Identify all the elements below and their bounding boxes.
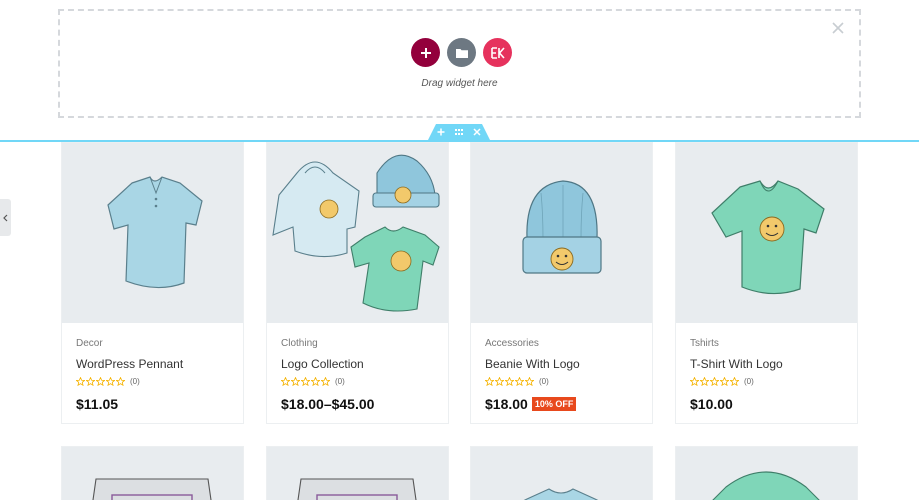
product-image[interactable] (267, 143, 448, 323)
close-icon[interactable] (473, 128, 481, 136)
rating-count: (0) (335, 377, 345, 386)
dropzone-buttons (411, 38, 512, 67)
product-price: $18.00 10% OFF (485, 396, 577, 412)
plus-icon[interactable] (437, 128, 445, 136)
sale-badge: 10% OFF (531, 397, 577, 411)
star-icon (96, 377, 105, 386)
product-name[interactable]: Beanie With Logo (485, 357, 580, 371)
dropzone-text: Drag widget here (421, 78, 498, 89)
price-amount: $11.05 (76, 396, 119, 412)
product-price: $11.05 (76, 396, 118, 412)
product-image[interactable] (62, 143, 243, 323)
star-icon (281, 377, 290, 386)
star-icon (291, 377, 300, 386)
product-image[interactable] (676, 143, 857, 323)
chevron-left-icon (3, 214, 8, 221)
star-icon (525, 377, 534, 386)
product-category[interactable]: Accessories (485, 338, 539, 349)
product-card[interactable] (61, 446, 244, 500)
product-price: $10.00 (690, 396, 733, 412)
star-icon (505, 377, 514, 386)
folder-icon (455, 48, 468, 58)
product-category[interactable]: Clothing (281, 338, 318, 349)
drag-handle-icon[interactable] (455, 128, 463, 136)
product-category[interactable]: Tshirts (690, 338, 719, 349)
star-rating: (0) (485, 377, 549, 386)
t-shirt-image (711, 180, 825, 295)
product-card[interactable]: Tshirts T-Shirt With Logo (0) $10.00 (675, 142, 858, 424)
star-icon (301, 377, 310, 386)
rating-count: (0) (130, 377, 140, 386)
product-card[interactable] (470, 446, 653, 500)
section-handle[interactable] (428, 124, 490, 140)
star-icon (710, 377, 719, 386)
product-name[interactable]: Logo Collection (281, 357, 364, 371)
product-card[interactable]: Clothing Logo Collection (0) $18.00–$45.… (266, 142, 449, 424)
product-name[interactable]: WordPress Pennant (76, 357, 183, 371)
panel-toggle-button[interactable] (0, 199, 11, 236)
add-template-button[interactable] (447, 38, 476, 67)
elementskit-library-button[interactable] (483, 38, 512, 67)
star-icon (311, 377, 320, 386)
empty-section-dropzone[interactable]: Drag widget here (58, 9, 861, 118)
star-rating: (0) (690, 377, 754, 386)
polo-shirt-image (107, 176, 203, 289)
price-amount: $10.00 (690, 396, 733, 412)
editor-canvas: Drag widget here Decor WordPress Pennant (0, 0, 919, 500)
shirt-image (523, 488, 599, 500)
price-amount: $18.00 (485, 396, 528, 412)
close-icon[interactable] (831, 21, 845, 35)
star-icon (116, 377, 125, 386)
star-icon (106, 377, 115, 386)
star-icon (321, 377, 330, 386)
product-card[interactable] (266, 446, 449, 500)
rating-count: (0) (539, 377, 549, 386)
rating-count: (0) (744, 377, 754, 386)
star-icon (515, 377, 524, 386)
clothing-collection-image (272, 154, 440, 312)
star-icon (730, 377, 739, 386)
product-card[interactable] (675, 446, 858, 500)
star-icon (495, 377, 504, 386)
poster-image (92, 478, 212, 500)
star-icon (485, 377, 494, 386)
beanie-image (522, 180, 602, 274)
elementskit-logo-icon (490, 46, 505, 59)
star-icon (690, 377, 699, 386)
star-icon (720, 377, 729, 386)
product-card[interactable]: Accessories Beanie With Logo (0) $18.00 … (470, 142, 653, 424)
hoodie-image (712, 471, 820, 500)
product-image[interactable] (471, 143, 652, 323)
poster-image (297, 478, 417, 500)
product-card[interactable]: Decor WordPress Pennant (0) $11.05 (61, 142, 244, 424)
product-price: $18.00–$45.00 (281, 396, 374, 412)
product-category[interactable]: Decor (76, 338, 103, 349)
star-icon (700, 377, 709, 386)
star-icon (76, 377, 85, 386)
price-amount: $18.00–$45.00 (281, 396, 375, 412)
add-section-button[interactable] (411, 38, 440, 67)
product-name[interactable]: T-Shirt With Logo (690, 357, 783, 371)
plus-icon (420, 47, 431, 58)
star-rating: (0) (281, 377, 345, 386)
star-icon (86, 377, 95, 386)
star-rating: (0) (76, 377, 140, 386)
